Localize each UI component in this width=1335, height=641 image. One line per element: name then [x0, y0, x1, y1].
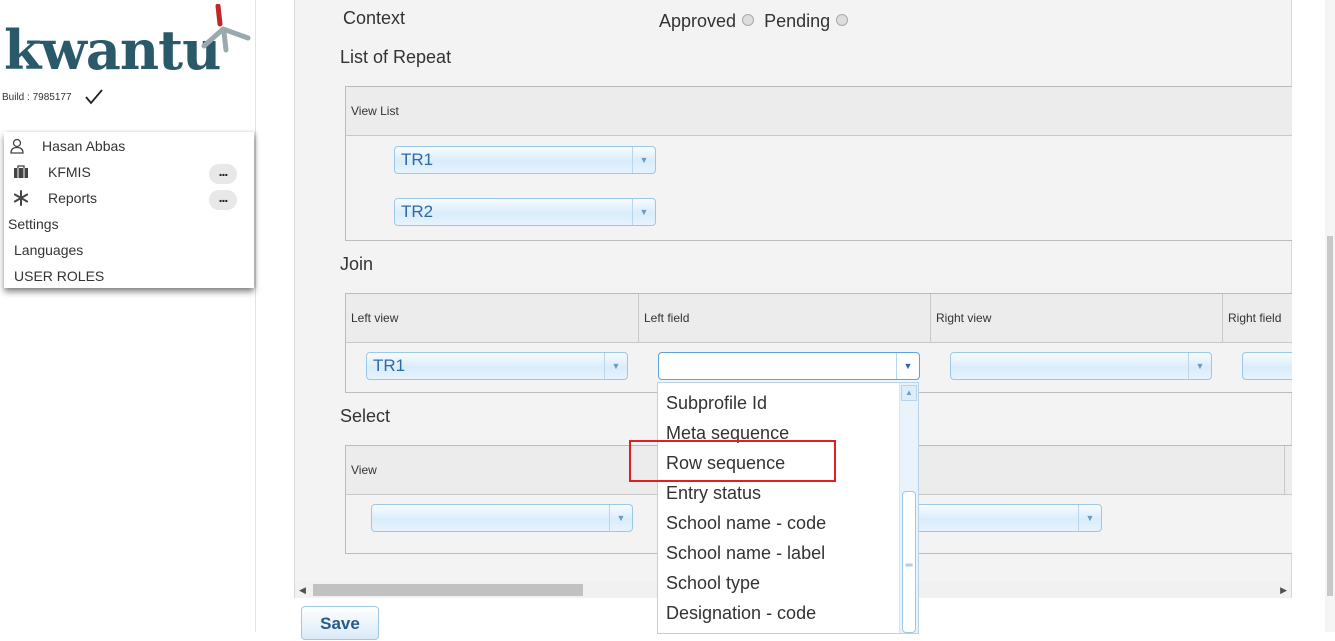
sidebar-item-label: Reports [48, 190, 98, 206]
row-sequence-highlight [629, 440, 836, 482]
repeat-view-select-1[interactable]: TR1 ▼ [394, 146, 656, 174]
logo-cross-icon [201, 4, 251, 53]
dropdown-scroll-thumb[interactable]: ═ [902, 491, 916, 633]
sidebar-menu: Hasan Abbas KFMIS ... Reports ... Settin… [4, 132, 254, 288]
left-view-header: Left view [351, 311, 399, 325]
join-table: Left view Left field Right view Right fi… [345, 293, 1292, 393]
repeat-view-select-2[interactable]: TR2 ▼ [394, 198, 656, 226]
chevron-down-icon[interactable]: ▼ [632, 199, 655, 225]
dropdown-scrollbar[interactable]: ▲ ═ [899, 383, 918, 633]
kwantu-logo[interactable]: kwantu [2, 2, 254, 86]
table-header: Left view Left field Right view Right fi… [346, 294, 1292, 343]
left-field-select[interactable]: ▼ [658, 352, 920, 380]
chevron-down-icon[interactable]: ▼ [604, 353, 627, 379]
logo-text: kwantu [4, 18, 221, 82]
scroll-up-icon[interactable]: ▲ [901, 385, 917, 401]
window-scrollbar[interactable] [1325, 0, 1335, 632]
save-button[interactable]: Save [301, 606, 379, 640]
right-view-header: Right view [930, 294, 1222, 342]
pending-radio[interactable] [836, 14, 849, 27]
build-label: Build : 7985177 [2, 92, 72, 103]
chevron-down-icon[interactable]: ▼ [896, 353, 919, 379]
left-view-select[interactable]: TR1 ▼ [366, 352, 628, 380]
sidebar-item-user[interactable]: Hasan Abbas [4, 134, 254, 158]
chevron-down-icon[interactable]: ▼ [632, 147, 655, 173]
check-icon [85, 89, 103, 105]
approved-label: Approved [659, 11, 737, 31]
sidebar-item-reports[interactable]: Reports ... [4, 186, 254, 210]
table-header: View List [346, 87, 1292, 136]
grip-icon: ═ [905, 560, 913, 571]
join-heading: Join [340, 254, 374, 274]
left-field-header: Left field [638, 294, 930, 342]
right-field-header: Right field [1222, 294, 1292, 342]
chevron-down-icon[interactable]: ▼ [1188, 353, 1211, 379]
briefcase-icon [14, 165, 28, 178]
list-of-repeat-table: View List TR1 ▼ TR2 ▼ [345, 86, 1292, 241]
select-heading: Select [340, 406, 391, 426]
chevron-down-icon[interactable]: ▼ [609, 505, 632, 531]
select-value: TR2 [401, 202, 434, 221]
list-of-repeat-heading: List of Repeat [340, 47, 452, 67]
more-options-button[interactable]: ... [209, 190, 237, 210]
view-list-header: View List [351, 104, 399, 118]
sidebar-item-label: Settings [8, 216, 59, 232]
pending-label: Pending [764, 11, 831, 31]
more-options-button[interactable]: ... [209, 164, 237, 184]
sidebar-item-kfmis[interactable]: KFMIS ... [4, 160, 254, 184]
dropdown-option[interactable]: School type [666, 573, 760, 594]
user-name: Hasan Abbas [42, 138, 126, 154]
context-label: Context [343, 8, 406, 28]
dropdown-option[interactable]: School name - code [666, 513, 826, 534]
select-value: TR1 [373, 356, 406, 375]
right-view-select[interactable]: ▼ [950, 352, 1212, 380]
scrollbar-thumb[interactable] [313, 584, 583, 596]
left-field-dropdown-list[interactable]: Subprofile Id Meta sequence Row sequence… [657, 382, 919, 634]
sidebar-item-label: USER ROLES [14, 268, 105, 284]
dropdown-option[interactable]: Designation - code [666, 603, 816, 624]
dropdown-option[interactable]: Subprofile Id [666, 393, 767, 414]
sidebar-item-label: Languages [14, 242, 84, 258]
dropdown-option[interactable]: Entry status [666, 483, 761, 504]
column-header [1284, 446, 1292, 494]
scroll-right-icon[interactable]: ▶ [1280, 582, 1287, 598]
select-view-select[interactable]: ▼ [371, 504, 633, 532]
scroll-left-icon[interactable]: ◀ [299, 582, 306, 598]
status-radio-group: Approved Pending [659, 11, 858, 32]
user-icon [10, 138, 24, 154]
snowflake-icon [13, 190, 29, 206]
sidebar-item-label: KFMIS [48, 164, 91, 180]
sidebar: kwantu Build : 7985177 Hasan Abbas KFMIS… [0, 0, 256, 632]
select-value: TR1 [401, 150, 434, 169]
chevron-down-icon[interactable]: ▼ [1078, 505, 1101, 531]
right-field-select[interactable] [1242, 352, 1292, 380]
approved-radio[interactable] [742, 14, 755, 27]
dropdown-option[interactable]: School name - label [666, 543, 825, 564]
scrollbar-thumb[interactable] [1327, 236, 1333, 596]
